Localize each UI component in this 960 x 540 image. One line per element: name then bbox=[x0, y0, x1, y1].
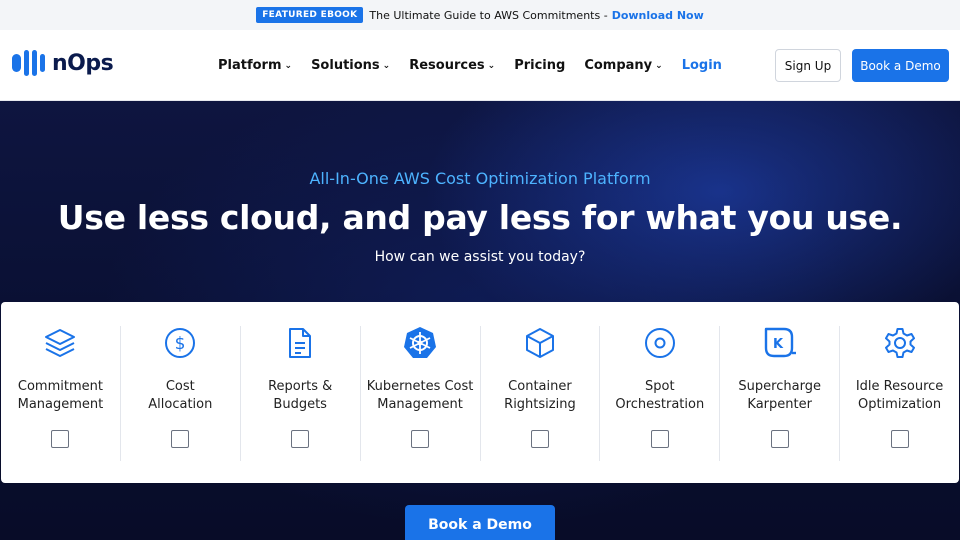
option-checkbox[interactable] bbox=[770, 430, 789, 448]
option-label: Idle Resource Optimization bbox=[855, 379, 944, 412]
chevron-down-icon: ⌄ bbox=[284, 60, 293, 71]
nav-pricing[interactable]: Pricing bbox=[514, 58, 565, 73]
option-label: Reports & Budgets bbox=[268, 379, 333, 412]
nav-company[interactable]: Company ⌄ bbox=[584, 58, 662, 73]
featured-ebook-badge: FEATURED EBOOK bbox=[256, 7, 364, 23]
chevron-down-icon: ⌄ bbox=[487, 60, 496, 71]
nav-platform[interactable]: Platform ⌄ bbox=[218, 58, 292, 73]
logo-bars-icon bbox=[12, 50, 48, 76]
hero-section: All-In-One AWS Cost Optimization Platfor… bbox=[0, 101, 960, 540]
hero-headline: Use less cloud, and pay less for what yo… bbox=[57, 198, 903, 237]
option-label: Spot Orchestration bbox=[615, 379, 705, 412]
option-checkbox[interactable] bbox=[171, 430, 190, 448]
nav-label: Resources bbox=[409, 58, 485, 73]
logo-text: nOps bbox=[52, 50, 114, 76]
option-label: Supercharge Karpenter bbox=[738, 379, 821, 412]
nav-label: Login bbox=[681, 58, 722, 73]
hero-subhead: How can we assist you today? bbox=[374, 249, 586, 265]
document-icon bbox=[283, 326, 317, 360]
option-commitment-management[interactable]: Commitment Management bbox=[1, 326, 121, 461]
gear-icon bbox=[883, 326, 917, 360]
option-checkbox[interactable] bbox=[530, 430, 549, 448]
svg-text:K: K bbox=[773, 337, 784, 352]
main-nav: Platform ⌄ Solutions ⌄ Resources ⌄ Prici… bbox=[218, 30, 741, 101]
option-checkbox[interactable] bbox=[411, 430, 430, 448]
nav-solutions[interactable]: Solutions ⌄ bbox=[311, 58, 390, 73]
book-demo-hero-button[interactable]: Book a Demo bbox=[405, 505, 555, 540]
option-supercharge-karpenter[interactable]: K Supercharge Karpenter bbox=[720, 326, 841, 461]
option-kubernetes-cost-management[interactable]: Kubernetes Cost Management bbox=[361, 326, 481, 461]
option-container-rightsizing[interactable]: Container Rightsizing bbox=[481, 326, 601, 461]
site-header: nOps Platform ⌄ Solutions ⌄ Resources ⌄ … bbox=[0, 30, 960, 101]
nav-label: Company bbox=[584, 58, 653, 73]
layers-icon bbox=[43, 326, 77, 360]
chevron-down-icon: ⌄ bbox=[382, 60, 391, 71]
option-checkbox[interactable] bbox=[51, 430, 70, 448]
nops-logo[interactable]: nOps bbox=[12, 50, 114, 76]
nav-label: Solutions bbox=[311, 58, 380, 73]
nav-label: Pricing bbox=[514, 58, 566, 73]
download-now-link[interactable]: Download Now bbox=[612, 9, 704, 22]
option-cost-allocation[interactable]: $ Cost Allocation bbox=[121, 326, 241, 461]
svg-text:$: $ bbox=[175, 334, 186, 354]
solution-options-card: CommitmentManagement $ CostAllocation bbox=[1, 302, 959, 483]
kubernetes-icon bbox=[403, 326, 437, 360]
option-checkbox[interactable] bbox=[650, 430, 669, 448]
option-checkbox[interactable] bbox=[890, 430, 909, 448]
option-label: Commitment Management bbox=[17, 379, 104, 412]
nav-resources[interactable]: Resources ⌄ bbox=[409, 58, 495, 73]
chevron-down-icon: ⌄ bbox=[655, 60, 663, 71]
sign-up-button[interactable]: Sign Up bbox=[775, 49, 841, 82]
cube-icon bbox=[523, 326, 557, 360]
hero-eyebrow: All-In-One AWS Cost Optimization Platfor… bbox=[309, 169, 651, 188]
option-checkbox[interactable] bbox=[291, 430, 310, 448]
book-demo-header-button[interactable]: Book a Demo bbox=[852, 49, 949, 82]
nav-label: Platform bbox=[218, 58, 282, 73]
announcement-message: The Ultimate Guide to AWS Commitments - bbox=[369, 8, 608, 22]
option-label: Cost Allocation bbox=[148, 379, 213, 412]
announcement-bar: FEATURED EBOOK The Ultimate Guide to AWS… bbox=[0, 0, 960, 30]
dollar-circle-icon: $ bbox=[163, 326, 197, 360]
option-label: Container Rightsizing bbox=[504, 379, 576, 412]
option-idle-resource-optimization[interactable]: Idle Resource Optimization bbox=[840, 326, 959, 461]
option-spot-orchestration[interactable]: Spot Orchestration bbox=[600, 326, 721, 461]
nav-login[interactable]: Login bbox=[682, 58, 722, 73]
target-circle-icon bbox=[643, 326, 677, 360]
karpenter-icon: K bbox=[762, 326, 798, 360]
option-reports-budgets[interactable]: Reports & Budgets bbox=[241, 326, 361, 461]
option-label: Kubernetes Cost Management bbox=[366, 379, 474, 412]
